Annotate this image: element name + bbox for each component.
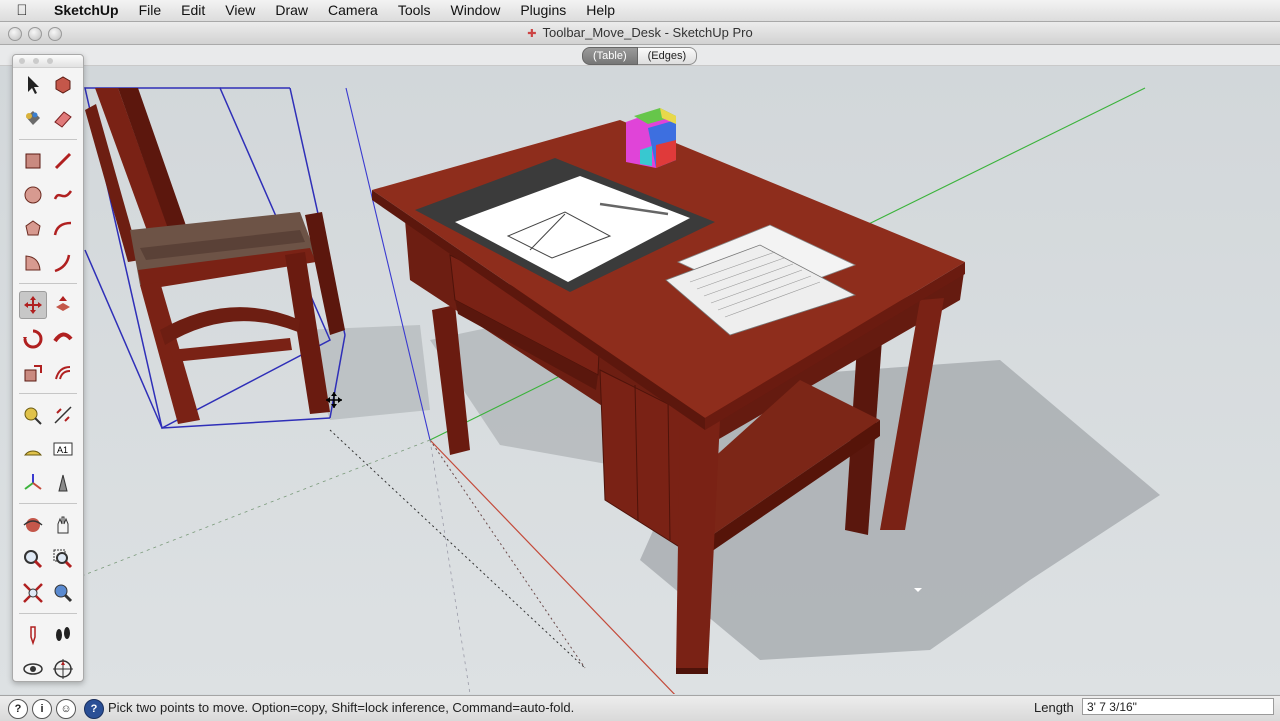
menu-plugins[interactable]: Plugins	[510, 0, 576, 21]
make-component-icon[interactable]	[49, 71, 77, 99]
status-bar: ? i ☺ ? Pick two points to move. Option=…	[0, 695, 1280, 721]
offset-icon[interactable]	[49, 359, 77, 387]
axes-icon[interactable]	[19, 469, 47, 497]
text-icon[interactable]: A1	[49, 435, 77, 463]
zoom-window-icon[interactable]	[49, 545, 77, 573]
close-window-button[interactable]	[8, 27, 22, 41]
previous-view-icon[interactable]	[49, 579, 77, 607]
palette-separator	[19, 139, 77, 140]
eraser-icon[interactable]	[49, 105, 77, 133]
circle-icon[interactable]	[19, 181, 47, 209]
paint-bucket-icon[interactable]	[19, 105, 47, 133]
user-icon[interactable]: ☺	[56, 699, 76, 719]
orbit-icon[interactable]	[19, 511, 47, 539]
pan-icon[interactable]	[49, 511, 77, 539]
minimize-window-button[interactable]	[28, 27, 42, 41]
3d-text-icon[interactable]	[49, 469, 77, 497]
measurements-input[interactable]: 3' 7 3/16"	[1082, 698, 1274, 715]
follow-me-icon[interactable]	[49, 325, 77, 353]
menu-camera[interactable]: Camera	[318, 0, 388, 21]
position-camera-icon[interactable]	[19, 621, 47, 649]
freehand-icon[interactable]	[49, 181, 77, 209]
push-pull-icon[interactable]	[49, 291, 77, 319]
rectangle-icon[interactable]	[19, 147, 47, 175]
large-tool-set-palette: A1	[12, 54, 84, 682]
menu-view[interactable]: View	[215, 0, 265, 21]
pie-icon[interactable]	[19, 249, 47, 277]
window-title-bar: ✚ Toolbar_Move_Desk - SketchUp Pro	[0, 22, 1280, 45]
scene-tab-edges[interactable]: (Edges)	[637, 47, 698, 65]
menu-edit[interactable]: Edit	[171, 0, 215, 21]
palette-separator	[19, 613, 77, 614]
apple-logo-icon[interactable]: 	[0, 2, 44, 19]
model-scene[interactable]	[0, 66, 1280, 694]
dimension-icon[interactable]	[49, 401, 77, 429]
section-plane-icon[interactable]	[49, 655, 77, 683]
geo-location-icon[interactable]: ?	[8, 699, 28, 719]
scale-icon[interactable]	[19, 359, 47, 387]
three-point-arc-icon[interactable]	[49, 249, 77, 277]
protractor-icon[interactable]	[19, 435, 47, 463]
svg-text:A1: A1	[57, 445, 68, 455]
scene-tab-strip: (Table) (Edges)	[0, 45, 1280, 66]
zoom-icon[interactable]	[19, 545, 47, 573]
tape-measure-icon[interactable]	[19, 401, 47, 429]
menu-bar:  SketchUp File Edit View Draw Camera To…	[0, 0, 1280, 22]
arc-icon[interactable]	[49, 215, 77, 243]
menu-file[interactable]: File	[129, 0, 172, 21]
walk-icon[interactable]	[49, 621, 77, 649]
zoom-extents-icon[interactable]	[19, 579, 47, 607]
status-message: Pick two points to move. Option=copy, Sh…	[108, 700, 575, 715]
menu-draw[interactable]: Draw	[265, 0, 318, 21]
scene-tab-table[interactable]: (Table)	[582, 47, 638, 65]
rotate-icon[interactable]	[19, 325, 47, 353]
drawing-viewport[interactable]	[0, 66, 1280, 694]
look-around-icon[interactable]	[19, 655, 47, 683]
help-icon[interactable]: ?	[84, 699, 104, 719]
palette-separator	[19, 503, 77, 504]
palette-separator	[19, 283, 77, 284]
menu-window[interactable]: Window	[441, 0, 511, 21]
chair-model[interactable]	[84, 87, 346, 430]
line-icon[interactable]	[49, 147, 77, 175]
polygon-icon[interactable]	[19, 215, 47, 243]
measurements-label: Length	[1034, 700, 1074, 715]
palette-titlebar[interactable]	[13, 55, 83, 68]
palette-separator	[19, 393, 77, 394]
menu-help[interactable]: Help	[576, 0, 625, 21]
zoom-window-button[interactable]	[48, 27, 62, 41]
credits-icon[interactable]: i	[32, 699, 52, 719]
menu-sketchup[interactable]: SketchUp	[44, 0, 129, 21]
window-title: Toolbar_Move_Desk - SketchUp Pro	[542, 25, 753, 40]
select-icon[interactable]	[19, 71, 47, 99]
sketchup-doc-icon: ✚	[527, 28, 537, 40]
move-icon[interactable]	[19, 291, 47, 319]
menu-tools[interactable]: Tools	[388, 0, 441, 21]
